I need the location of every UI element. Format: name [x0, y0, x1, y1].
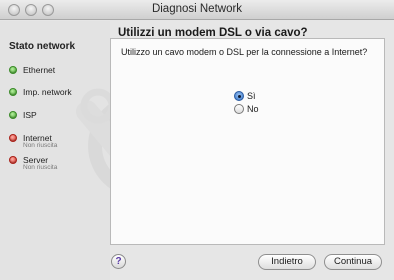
status-fail-icon: [9, 134, 17, 142]
status-ok-icon: [9, 66, 17, 74]
sidebar: Stato network Ethernet Imp. network ISP …: [0, 21, 190, 280]
sidebar-title: Stato network: [9, 41, 76, 52]
title-bar: Diagnosi Network: [0, 0, 394, 20]
question-panel: Utilizzo un cavo modem o DSL per la conn…: [110, 38, 385, 245]
status-ok-icon: [9, 88, 17, 96]
status-label: Imp. network: [23, 87, 72, 97]
status-label: ISP: [23, 110, 37, 120]
help-button[interactable]: ?: [111, 254, 126, 269]
radio-yes[interactable]: [234, 91, 244, 101]
status-label: Ethernet: [23, 65, 56, 75]
option-yes-label[interactable]: Sì: [247, 91, 256, 101]
continue-button[interactable]: Continua: [324, 254, 382, 270]
network-diagnostics-window: Diagnosi Network Stato network Ethernet …: [0, 0, 394, 280]
status-fail-icon: [9, 156, 17, 164]
status-ok-icon: [9, 111, 17, 119]
option-no-label[interactable]: No: [247, 104, 259, 114]
status-sublabel: Non riuscita: [23, 142, 58, 149]
status-sublabel: Non riuscita: [23, 164, 58, 171]
question-text: Utilizzo un cavo modem o DSL per la conn…: [121, 47, 368, 57]
radio-no[interactable]: [234, 104, 244, 114]
window-title: Diagnosi Network: [151, 3, 243, 15]
back-button[interactable]: Indietro: [258, 254, 316, 270]
